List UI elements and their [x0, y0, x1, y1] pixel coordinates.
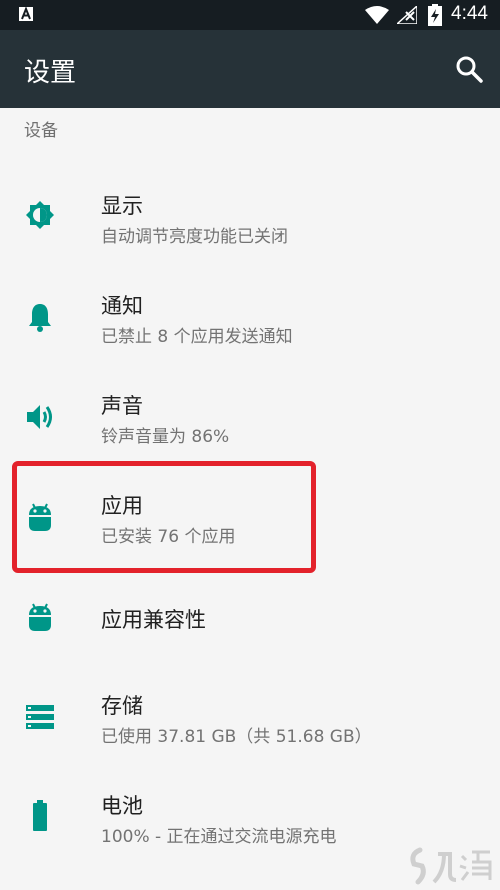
watermark-logo [410, 847, 492, 885]
notification-a-icon [19, 6, 33, 21]
settings-item-summary: 自动调节亮度功能已关闭 [101, 227, 288, 247]
settings-item-label: 通知 [101, 294, 143, 318]
settings-item-summary: 100% - 正在通过交流电源充电 [101, 827, 337, 847]
app-toolbar: 设置 [0, 30, 500, 108]
settings-item-summary: 已禁止 8 个应用发送通知 [101, 327, 293, 347]
settings-item-sound[interactable]: 声音 铃声音量为 86% [0, 367, 500, 467]
storage-icon [26, 705, 54, 729]
settings-item-app-compatibility[interactable]: 应用兼容性 [0, 567, 500, 667]
settings-item-label: 应用兼容性 [101, 608, 206, 632]
volume-icon [27, 405, 52, 429]
brightness-icon [26, 201, 54, 229]
status-time: 4:44 [451, 3, 488, 24]
settings-item-notifications[interactable]: 通知 已禁止 8 个应用发送通知 [0, 267, 500, 367]
settings-item-label: 显示 [101, 194, 143, 218]
battery-charging-icon [428, 4, 442, 26]
settings-item-label: 电池 [101, 794, 143, 818]
no-signal-icon [397, 6, 417, 24]
page-title: 设置 [24, 58, 77, 88]
wifi-icon [365, 6, 389, 24]
settings-item-summary: 已使用 37.81 GB（共 51.68 GB） [101, 727, 372, 747]
settings-item-label: 声音 [101, 394, 143, 418]
settings-item-storage[interactable]: 存储 已使用 37.81 GB（共 51.68 GB） [0, 667, 500, 767]
search-icon[interactable] [454, 54, 484, 84]
settings-item-display[interactable]: 显示 自动调节亮度功能已关闭 [0, 167, 500, 267]
section-header-device: 设备 [24, 121, 58, 141]
bell-icon [29, 304, 51, 332]
status-bar: 4:44 [0, 0, 500, 30]
settings-item-summary: 铃声音量为 86% [101, 427, 230, 447]
android-icon [29, 603, 51, 631]
settings-item-label: 存储 [101, 694, 143, 718]
battery-icon [33, 800, 47, 831]
highlight-box [12, 461, 316, 573]
